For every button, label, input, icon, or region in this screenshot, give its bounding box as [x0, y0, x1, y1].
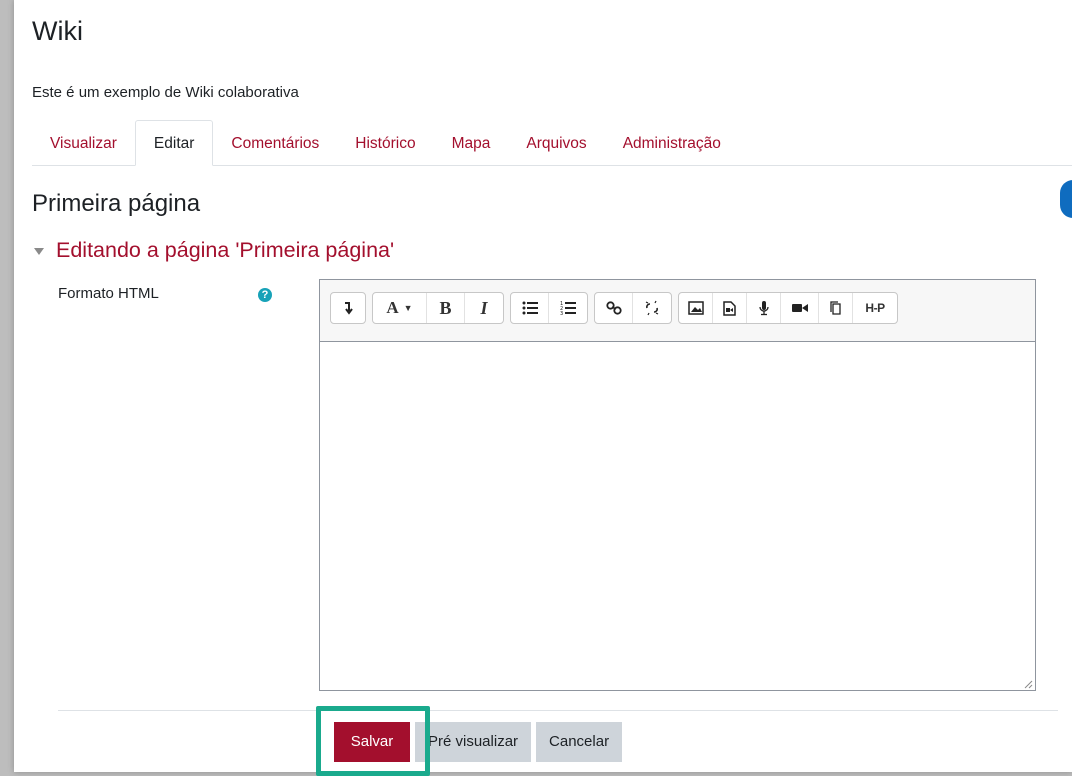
image-icon[interactable] [679, 293, 713, 323]
ordered-list-icon[interactable]: 123 [549, 293, 587, 323]
form-divider [58, 710, 1058, 711]
svg-text:3: 3 [560, 311, 563, 316]
html-editor: A ▼ B I 123 H-P [319, 279, 1036, 691]
page-title: Primeira página [32, 190, 201, 217]
italic-icon[interactable]: I [465, 293, 503, 323]
tab-visualizar[interactable]: Visualizar [32, 121, 135, 165]
wiki-title: Wiki [32, 16, 83, 46]
help-icon[interactable]: ? [258, 288, 272, 302]
tab-editar[interactable]: Editar [134, 120, 214, 166]
toolbar-group-links [594, 292, 672, 324]
toolbar-group-more [330, 292, 366, 324]
cancel-button[interactable]: Cancelar [536, 722, 623, 762]
tab-historico[interactable]: Histórico [337, 121, 433, 165]
collapse-caret-icon[interactable] [34, 248, 44, 255]
toolbar-group-lists: 123 [510, 292, 588, 324]
section-header[interactable]: Editando a página 'Primeira página' [34, 238, 394, 263]
h5p-icon[interactable]: H-P [853, 293, 897, 323]
show-more-icon[interactable] [331, 293, 365, 323]
link-icon[interactable] [595, 293, 633, 323]
manage-files-icon[interactable] [819, 293, 853, 323]
toolbar-group-style: A ▼ B I [372, 292, 504, 324]
form-actions: Salvar Pré visualizar Cancelar [334, 722, 627, 762]
record-audio-icon[interactable] [747, 293, 781, 323]
bold-icon[interactable]: B [427, 293, 465, 323]
unlink-icon[interactable] [633, 293, 671, 323]
tab-mapa[interactable]: Mapa [434, 121, 509, 165]
tab-administracao[interactable]: Administração [605, 121, 739, 165]
content-textarea[interactable] [320, 342, 1035, 691]
format-label: Formato HTML [58, 285, 159, 302]
section-title: Editando a página 'Primeira página' [56, 238, 395, 262]
wiki-description: Este é um exemplo de Wiki colaborativa [32, 84, 299, 101]
record-video-icon[interactable] [781, 293, 819, 323]
save-button[interactable]: Salvar [334, 722, 410, 762]
preview-button[interactable]: Pré visualizar [415, 722, 532, 762]
tab-bar: Visualizar Editar Comentários Histórico … [32, 120, 1072, 166]
paragraph-styles-icon[interactable]: A ▼ [373, 293, 427, 323]
toolbar-group-media: H-P [678, 292, 898, 324]
resize-grip-icon[interactable] [1023, 679, 1033, 689]
page: Wiki Este é um exemplo de Wiki colaborat… [14, 0, 1072, 776]
media-icon[interactable] [713, 293, 747, 323]
side-drawer-toggle[interactable] [1060, 180, 1072, 218]
unordered-list-icon[interactable] [511, 293, 549, 323]
tab-comentarios[interactable]: Comentários [213, 121, 337, 165]
editor-toolbar: A ▼ B I 123 H-P [320, 280, 1035, 342]
tab-arquivos[interactable]: Arquivos [508, 121, 604, 165]
